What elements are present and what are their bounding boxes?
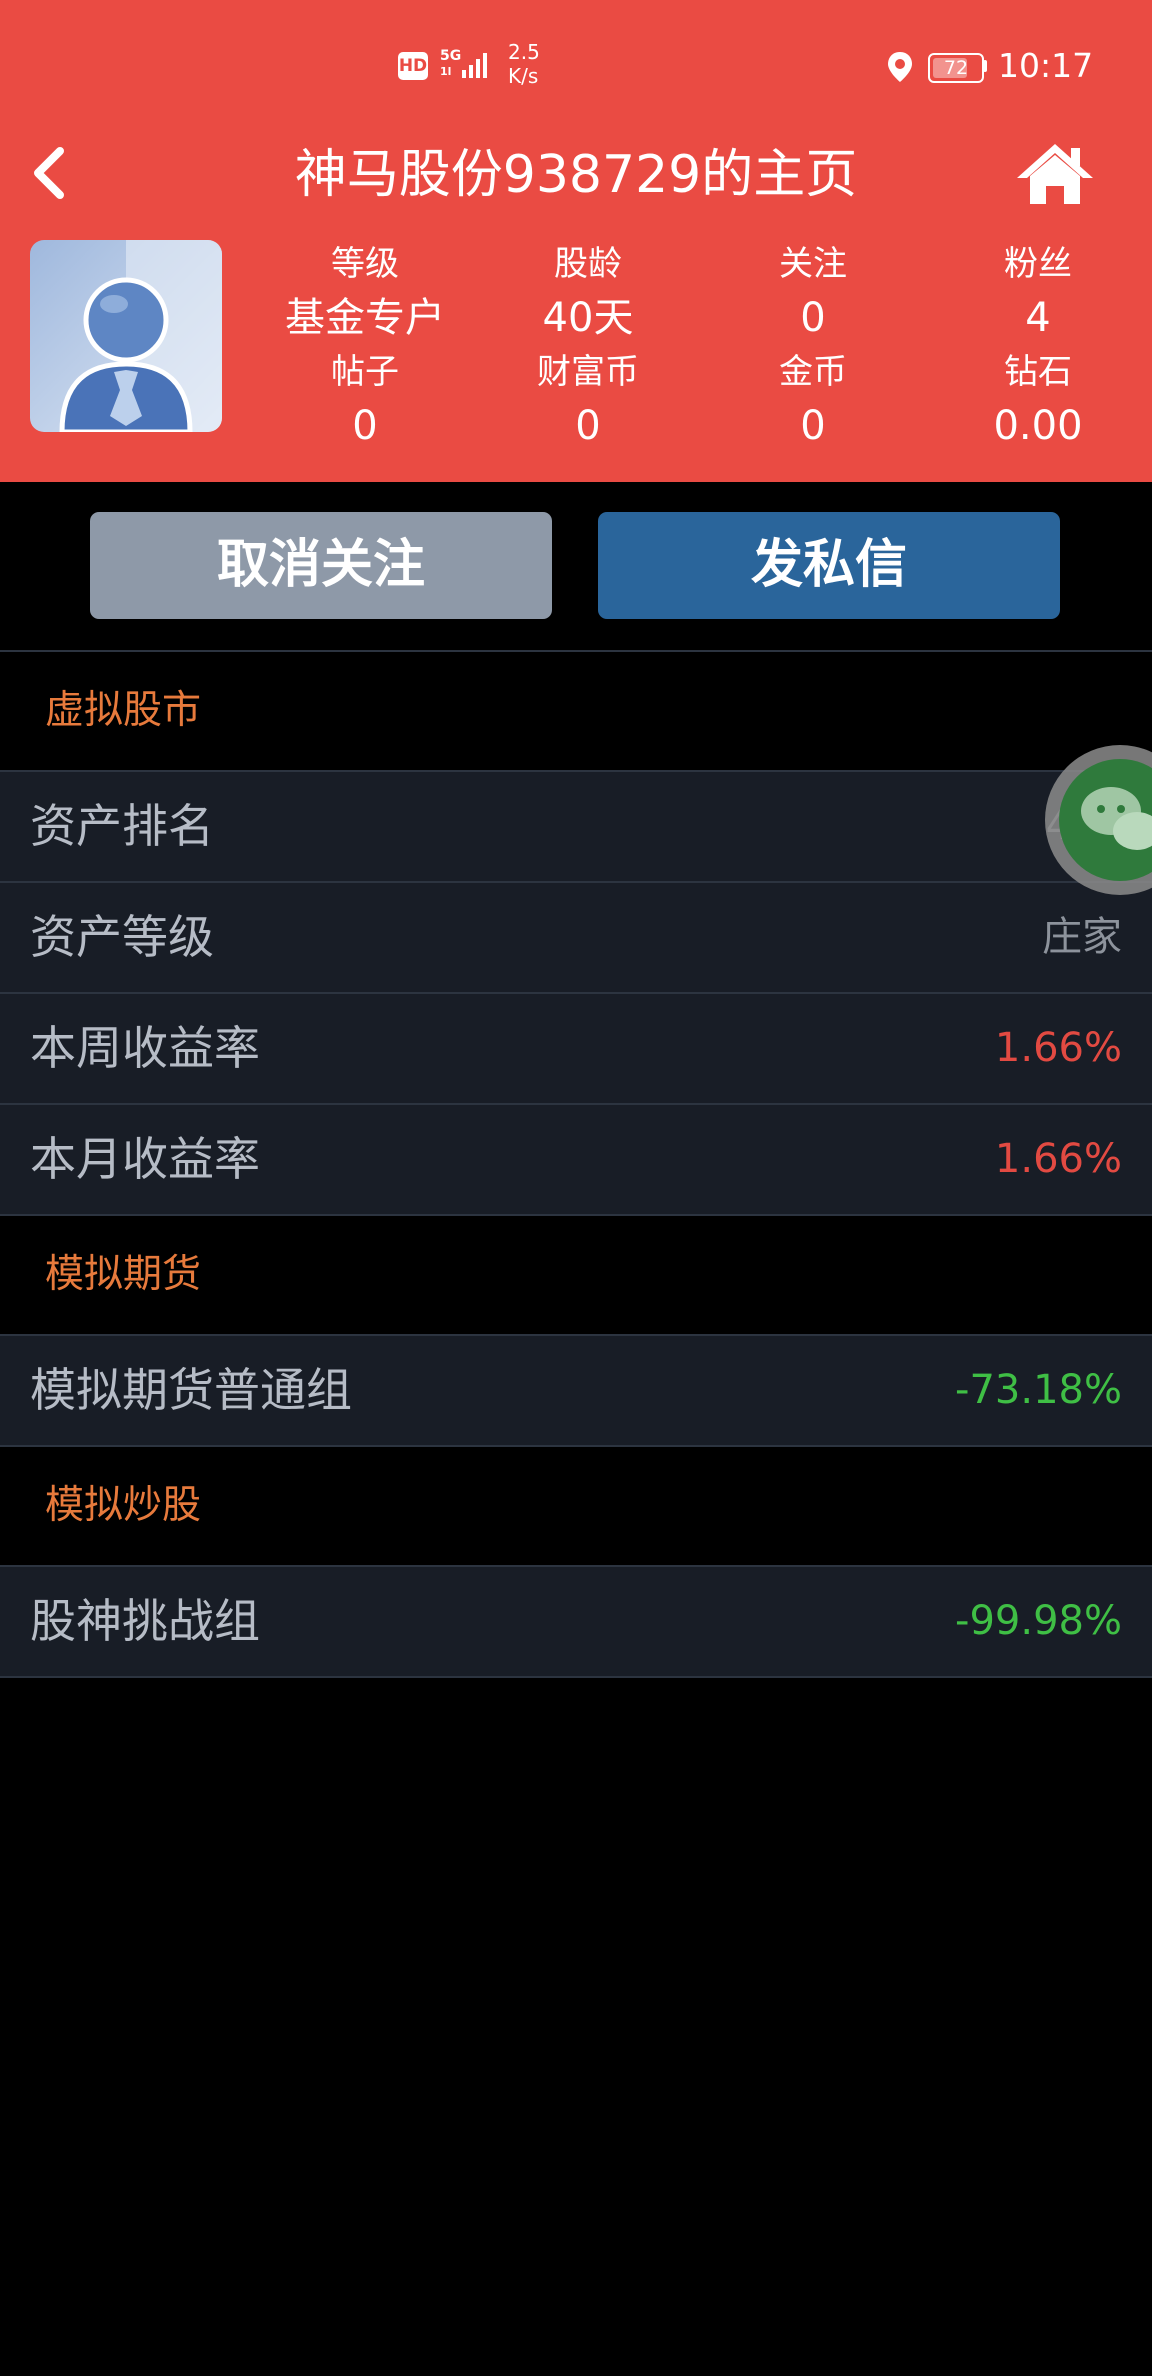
- wechat-icon: [1059, 759, 1152, 881]
- unfollow-button[interactable]: 取消关注: [90, 512, 552, 619]
- row-value: -99.98%: [955, 1598, 1122, 1644]
- signal-icon: [462, 53, 487, 78]
- stat-diamond-label: 钻石: [1004, 352, 1072, 392]
- battery-level: 72: [943, 57, 969, 79]
- row-value: 庄家: [1042, 914, 1122, 960]
- speed-value: 2.5: [508, 40, 540, 64]
- row-label: 本周收益率: [30, 1021, 260, 1075]
- send-message-button[interactable]: 发私信: [598, 512, 1060, 619]
- battery-tip: [983, 60, 987, 72]
- stat-posts-value[interactable]: 0: [275, 402, 455, 450]
- stat-wealth-coin-label: 财富币: [537, 352, 639, 392]
- stat-fans-label[interactable]: 粉丝: [948, 242, 1128, 286]
- stat-level-label: 等级: [331, 244, 399, 284]
- stat-level-value: 基金专户: [285, 295, 445, 341]
- row-value: -73.18%: [955, 1367, 1122, 1413]
- battery-icon: 72: [928, 53, 984, 83]
- row-label: 模拟期货普通组: [30, 1363, 352, 1417]
- row-label: 资产等级: [30, 910, 214, 964]
- stat-wealth-coin-value: 0: [575, 403, 601, 449]
- profile-header: HD 5G 1l 2.5 K/s 72 10:17 神马股份938729的主页: [0, 0, 1152, 482]
- stat-fans-value[interactable]: 4: [948, 294, 1128, 342]
- stat-gold-coin-label: 金币: [779, 352, 847, 392]
- floating-share-button[interactable]: [1045, 745, 1152, 895]
- stat-posts-label[interactable]: 帖子: [275, 350, 455, 394]
- row-label: 资产排名: [30, 799, 214, 853]
- speed-unit: K/s: [508, 64, 539, 88]
- list-item[interactable]: 股神挑战组 -99.98%: [0, 1565, 1152, 1676]
- home-icon[interactable]: [1015, 140, 1095, 210]
- stat-diamond-value: 0.00: [993, 403, 1083, 449]
- page-title: 神马股份938729的主页: [294, 145, 858, 205]
- list-item[interactable]: 模拟期货普通组 -73.18%: [0, 1334, 1152, 1445]
- stat-gold-coin-value: 0: [800, 403, 826, 449]
- section-title: 虚拟股市: [45, 688, 202, 733]
- section-title: 模拟期货: [45, 1252, 202, 1297]
- stat-age-value: 40天: [542, 295, 634, 341]
- divider: [0, 1676, 1152, 1678]
- stat-following-label[interactable]: 关注: [723, 242, 903, 286]
- list-item[interactable]: 资产等级 庄家: [0, 881, 1152, 992]
- user-avatar-icon: [30, 240, 222, 432]
- location-icon: [888, 52, 912, 82]
- row-label: 股神挑战组: [30, 1594, 260, 1648]
- section-header-virtual-stock: 虚拟股市: [0, 650, 1152, 770]
- stat-age-label: 股龄: [554, 244, 622, 284]
- section-title: 模拟炒股: [45, 1483, 202, 1528]
- clock: 10:17: [998, 46, 1094, 85]
- section-header-stock-trading: 模拟炒股: [0, 1445, 1152, 1565]
- hd-badge: HD: [398, 52, 428, 80]
- section-header-futures: 模拟期货: [0, 1214, 1152, 1334]
- row-label: 本月收益率: [30, 1132, 260, 1186]
- network-label: 5G: [440, 48, 462, 64]
- list-item[interactable]: 本周收益率 1.66%: [0, 992, 1152, 1103]
- network-type: 5G 1l: [440, 48, 461, 80]
- status-bar: HD 5G 1l 2.5 K/s 72 10:17: [0, 0, 1152, 130]
- stat-following-value[interactable]: 0: [723, 294, 903, 342]
- chevron-left-icon[interactable]: [30, 145, 70, 201]
- row-value: 1.66%: [994, 1025, 1122, 1071]
- network-speed: 2.5 K/s: [508, 40, 540, 88]
- row-value: 1.66%: [994, 1136, 1122, 1182]
- avatar[interactable]: [30, 240, 222, 432]
- network-sub-label: 1l: [440, 65, 452, 78]
- list-item[interactable]: 本月收益率 1.66%: [0, 1103, 1152, 1214]
- list-item[interactable]: 资产排名 440: [0, 770, 1152, 881]
